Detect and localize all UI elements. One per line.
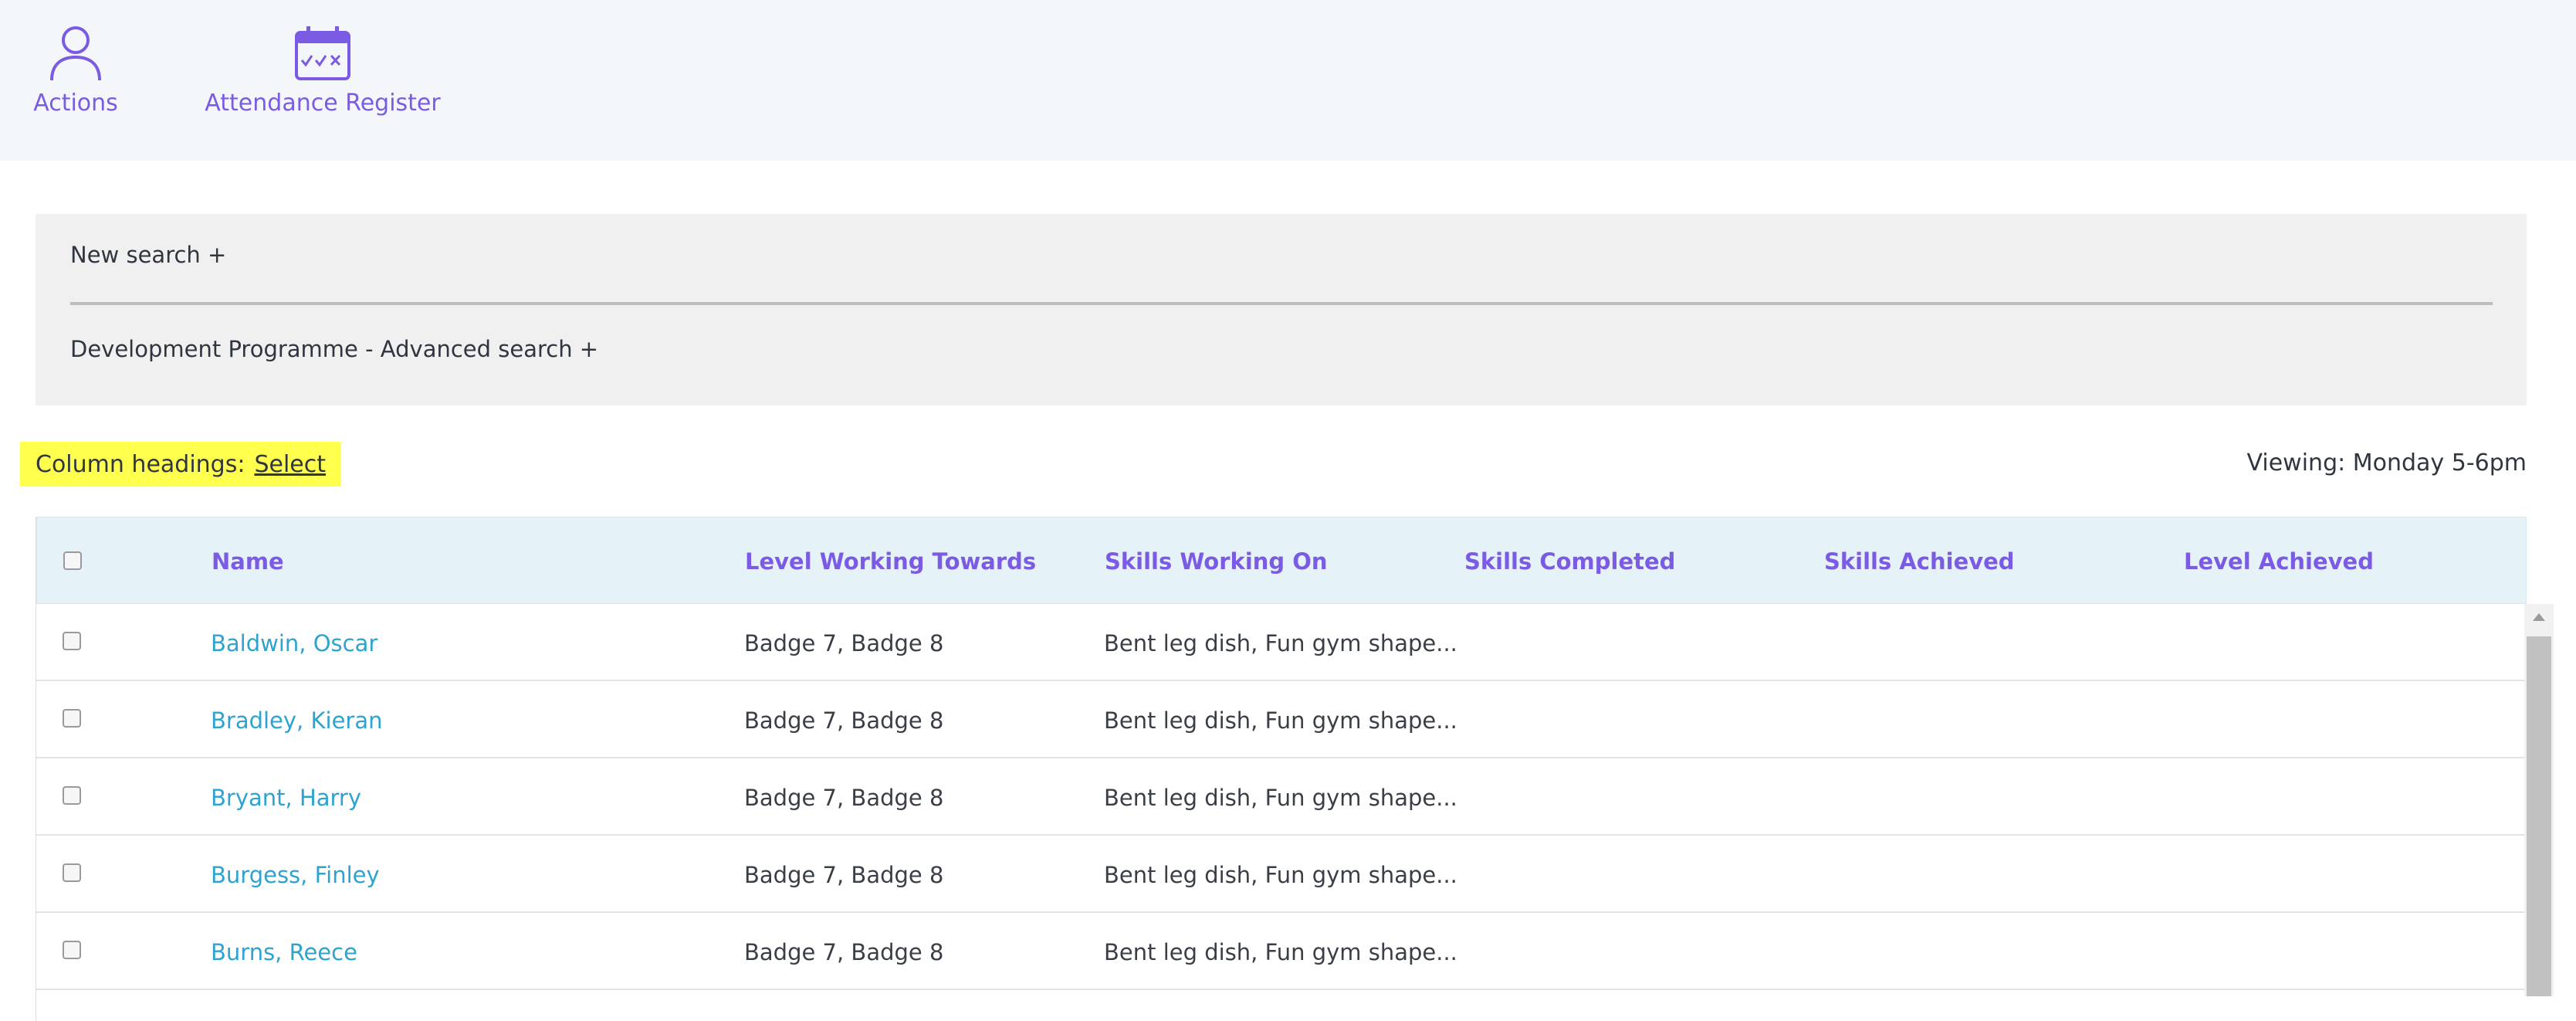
actions-button[interactable]: Actions bbox=[29, 25, 122, 117]
advanced-search-link[interactable]: Development Programme - Advanced search … bbox=[70, 336, 598, 362]
members-table: Name Level Working Towards Skills Workin… bbox=[36, 517, 2527, 1021]
level-working-towards-cell: Badge 7, Badge 8 bbox=[744, 939, 944, 965]
member-name-link[interactable]: Bradley, Kieran bbox=[211, 707, 382, 734]
attendance-register-label: Attendance Register bbox=[205, 90, 441, 117]
member-name-link[interactable]: Baldwin, Oscar bbox=[211, 630, 377, 656]
row-checkbox[interactable] bbox=[63, 941, 81, 959]
table-row: Bryant, Harry Badge 7, Badge 8 Bent leg … bbox=[36, 758, 2525, 836]
row-checkbox[interactable] bbox=[63, 863, 81, 882]
row-checkbox[interactable] bbox=[63, 632, 81, 650]
user-icon bbox=[49, 25, 103, 82]
actions-label: Actions bbox=[33, 90, 118, 117]
column-header-skills-completed[interactable]: Skills Completed bbox=[1464, 548, 1675, 575]
row-checkbox[interactable] bbox=[63, 709, 81, 728]
column-header-skills-achieved[interactable]: Skills Achieved bbox=[1824, 548, 2015, 575]
skills-working-on-cell: Bent leg dish, Fun gym shape... bbox=[1104, 630, 1457, 656]
column-headings-label: Column headings: bbox=[36, 450, 245, 478]
scroll-thumb[interactable] bbox=[2527, 636, 2551, 996]
scroll-up-arrow-icon[interactable] bbox=[2533, 613, 2545, 621]
column-header-skills-working-on[interactable]: Skills Working On bbox=[1105, 548, 1328, 575]
skills-working-on-cell: Bent leg dish, Fun gym shape... bbox=[1104, 939, 1457, 965]
level-working-towards-cell: Badge 7, Badge 8 bbox=[744, 630, 944, 656]
level-working-towards-cell: Badge 7, Badge 8 bbox=[744, 785, 944, 811]
table-scrollbar[interactable] bbox=[2524, 604, 2554, 996]
column-headings-bar: Column headings: Select bbox=[20, 442, 342, 487]
search-divider bbox=[70, 302, 2493, 305]
row-checkbox[interactable] bbox=[63, 786, 81, 805]
viewing-label: Viewing: Monday 5-6pm bbox=[2246, 449, 2527, 477]
skills-working-on-cell: Bent leg dish, Fun gym shape... bbox=[1104, 785, 1457, 811]
column-header-level-working-towards[interactable]: Level Working Towards bbox=[745, 548, 1036, 575]
member-name-link[interactable]: Burgess, Finley bbox=[211, 862, 380, 888]
column-header-level-achieved[interactable]: Level Achieved bbox=[2184, 548, 2374, 575]
member-name-link[interactable]: Burns, Reece bbox=[211, 939, 357, 965]
new-search-link[interactable]: New search + bbox=[70, 242, 226, 268]
select-all-checkbox[interactable] bbox=[63, 551, 82, 570]
table-row: Burgess, Finley Badge 7, Badge 8 Bent le… bbox=[36, 836, 2525, 913]
table-header: Name Level Working Towards Skills Workin… bbox=[36, 517, 2527, 604]
search-panel: New search + Development Programme - Adv… bbox=[36, 214, 2527, 405]
column-select-link[interactable]: Select bbox=[254, 451, 326, 478]
column-header-name[interactable]: Name bbox=[212, 548, 284, 575]
table-row: Bradley, Kieran Badge 7, Badge 8 Bent le… bbox=[36, 681, 2525, 758]
level-working-towards-cell: Badge 7, Badge 8 bbox=[744, 707, 944, 734]
member-name-link[interactable]: Bryant, Harry bbox=[211, 785, 361, 811]
level-working-towards-cell: Badge 7, Badge 8 bbox=[744, 862, 944, 888]
skills-working-on-cell: Bent leg dish, Fun gym shape... bbox=[1104, 862, 1457, 888]
attendance-register-button[interactable]: Attendance Register bbox=[205, 25, 441, 117]
table-row: Baldwin, Oscar Badge 7, Badge 8 Bent leg… bbox=[36, 604, 2525, 681]
calendar-check-icon bbox=[293, 25, 352, 82]
top-toolbar: Actions Attendance Register bbox=[0, 0, 2576, 161]
table-body: Baldwin, Oscar Badge 7, Badge 8 Bent leg… bbox=[36, 604, 2525, 1021]
skills-working-on-cell: Bent leg dish, Fun gym shape... bbox=[1104, 707, 1457, 734]
table-row: Burns, Reece Badge 7, Badge 8 Bent leg d… bbox=[36, 913, 2525, 990]
